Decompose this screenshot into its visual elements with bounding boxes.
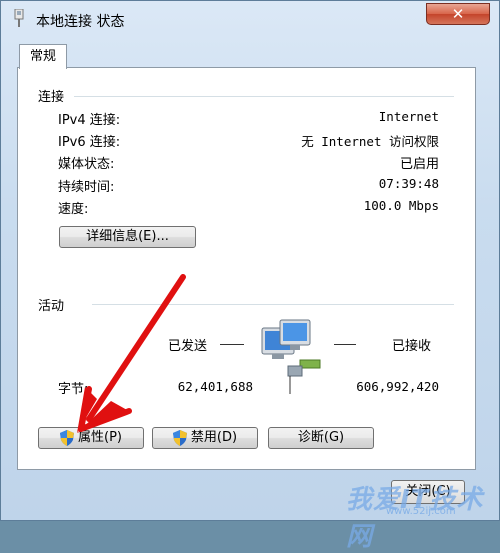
- general-panel: 连接 IPv4 连接: Internet IPv6 连接: 无 Internet…: [17, 67, 476, 470]
- connection-section-label: 连接: [38, 90, 65, 105]
- network-computers-icon: [261, 319, 321, 394]
- properties-button-label: 属性(P): [78, 430, 122, 445]
- close-icon[interactable]: ✕: [426, 3, 490, 25]
- status-window: 本地连接 状态 ✕ 常规 连接 IPv4 连接: Internet IPv6 连…: [0, 0, 500, 552]
- diagnose-button[interactable]: 诊断(G): [268, 427, 374, 449]
- connection-divider: [74, 96, 454, 97]
- bytes-received-value: 606,992,420: [356, 379, 439, 394]
- bytes-label: 字节:: [58, 382, 89, 397]
- duration-label: 持续时间:: [58, 180, 115, 195]
- watermark-url: www.52ij.com: [386, 506, 456, 517]
- ipv4-value: Internet: [378, 109, 439, 124]
- speed-label: 速度:: [58, 202, 89, 217]
- duration-value: 07:39:48: [378, 176, 439, 191]
- disable-button[interactable]: 禁用(D): [152, 427, 258, 449]
- ipv6-label: IPv6 连接:: [58, 135, 121, 150]
- title-bar: 本地连接 状态 ✕: [1, 1, 500, 39]
- received-label: 已接收: [392, 339, 432, 354]
- disable-button-label: 禁用(D): [190, 430, 238, 445]
- sent-dash: [220, 344, 244, 345]
- media-state-label: 媒体状态:: [58, 157, 115, 172]
- tab-general[interactable]: 常规: [19, 44, 67, 69]
- received-dash: [334, 344, 356, 345]
- network-adapter-icon: [14, 9, 24, 27]
- activity-section-label: 活动: [38, 299, 65, 314]
- sent-label: 已发送: [168, 339, 208, 354]
- ipv4-label: IPv4 连接:: [58, 113, 121, 128]
- bytes-sent-value: 62,401,688: [177, 379, 253, 394]
- uac-shield-icon: [172, 429, 187, 446]
- speed-value: 100.0 Mbps: [363, 198, 439, 213]
- properties-button[interactable]: 属性(P): [38, 427, 144, 449]
- details-button[interactable]: 详细信息(E)...: [59, 226, 196, 248]
- ipv6-value: 无 Internet 访问权限: [301, 134, 439, 149]
- media-state-value: 已启用: [399, 157, 439, 172]
- window-title: 本地连接 状态: [36, 14, 125, 30]
- uac-shield-icon: [60, 429, 74, 446]
- activity-divider: [92, 304, 454, 305]
